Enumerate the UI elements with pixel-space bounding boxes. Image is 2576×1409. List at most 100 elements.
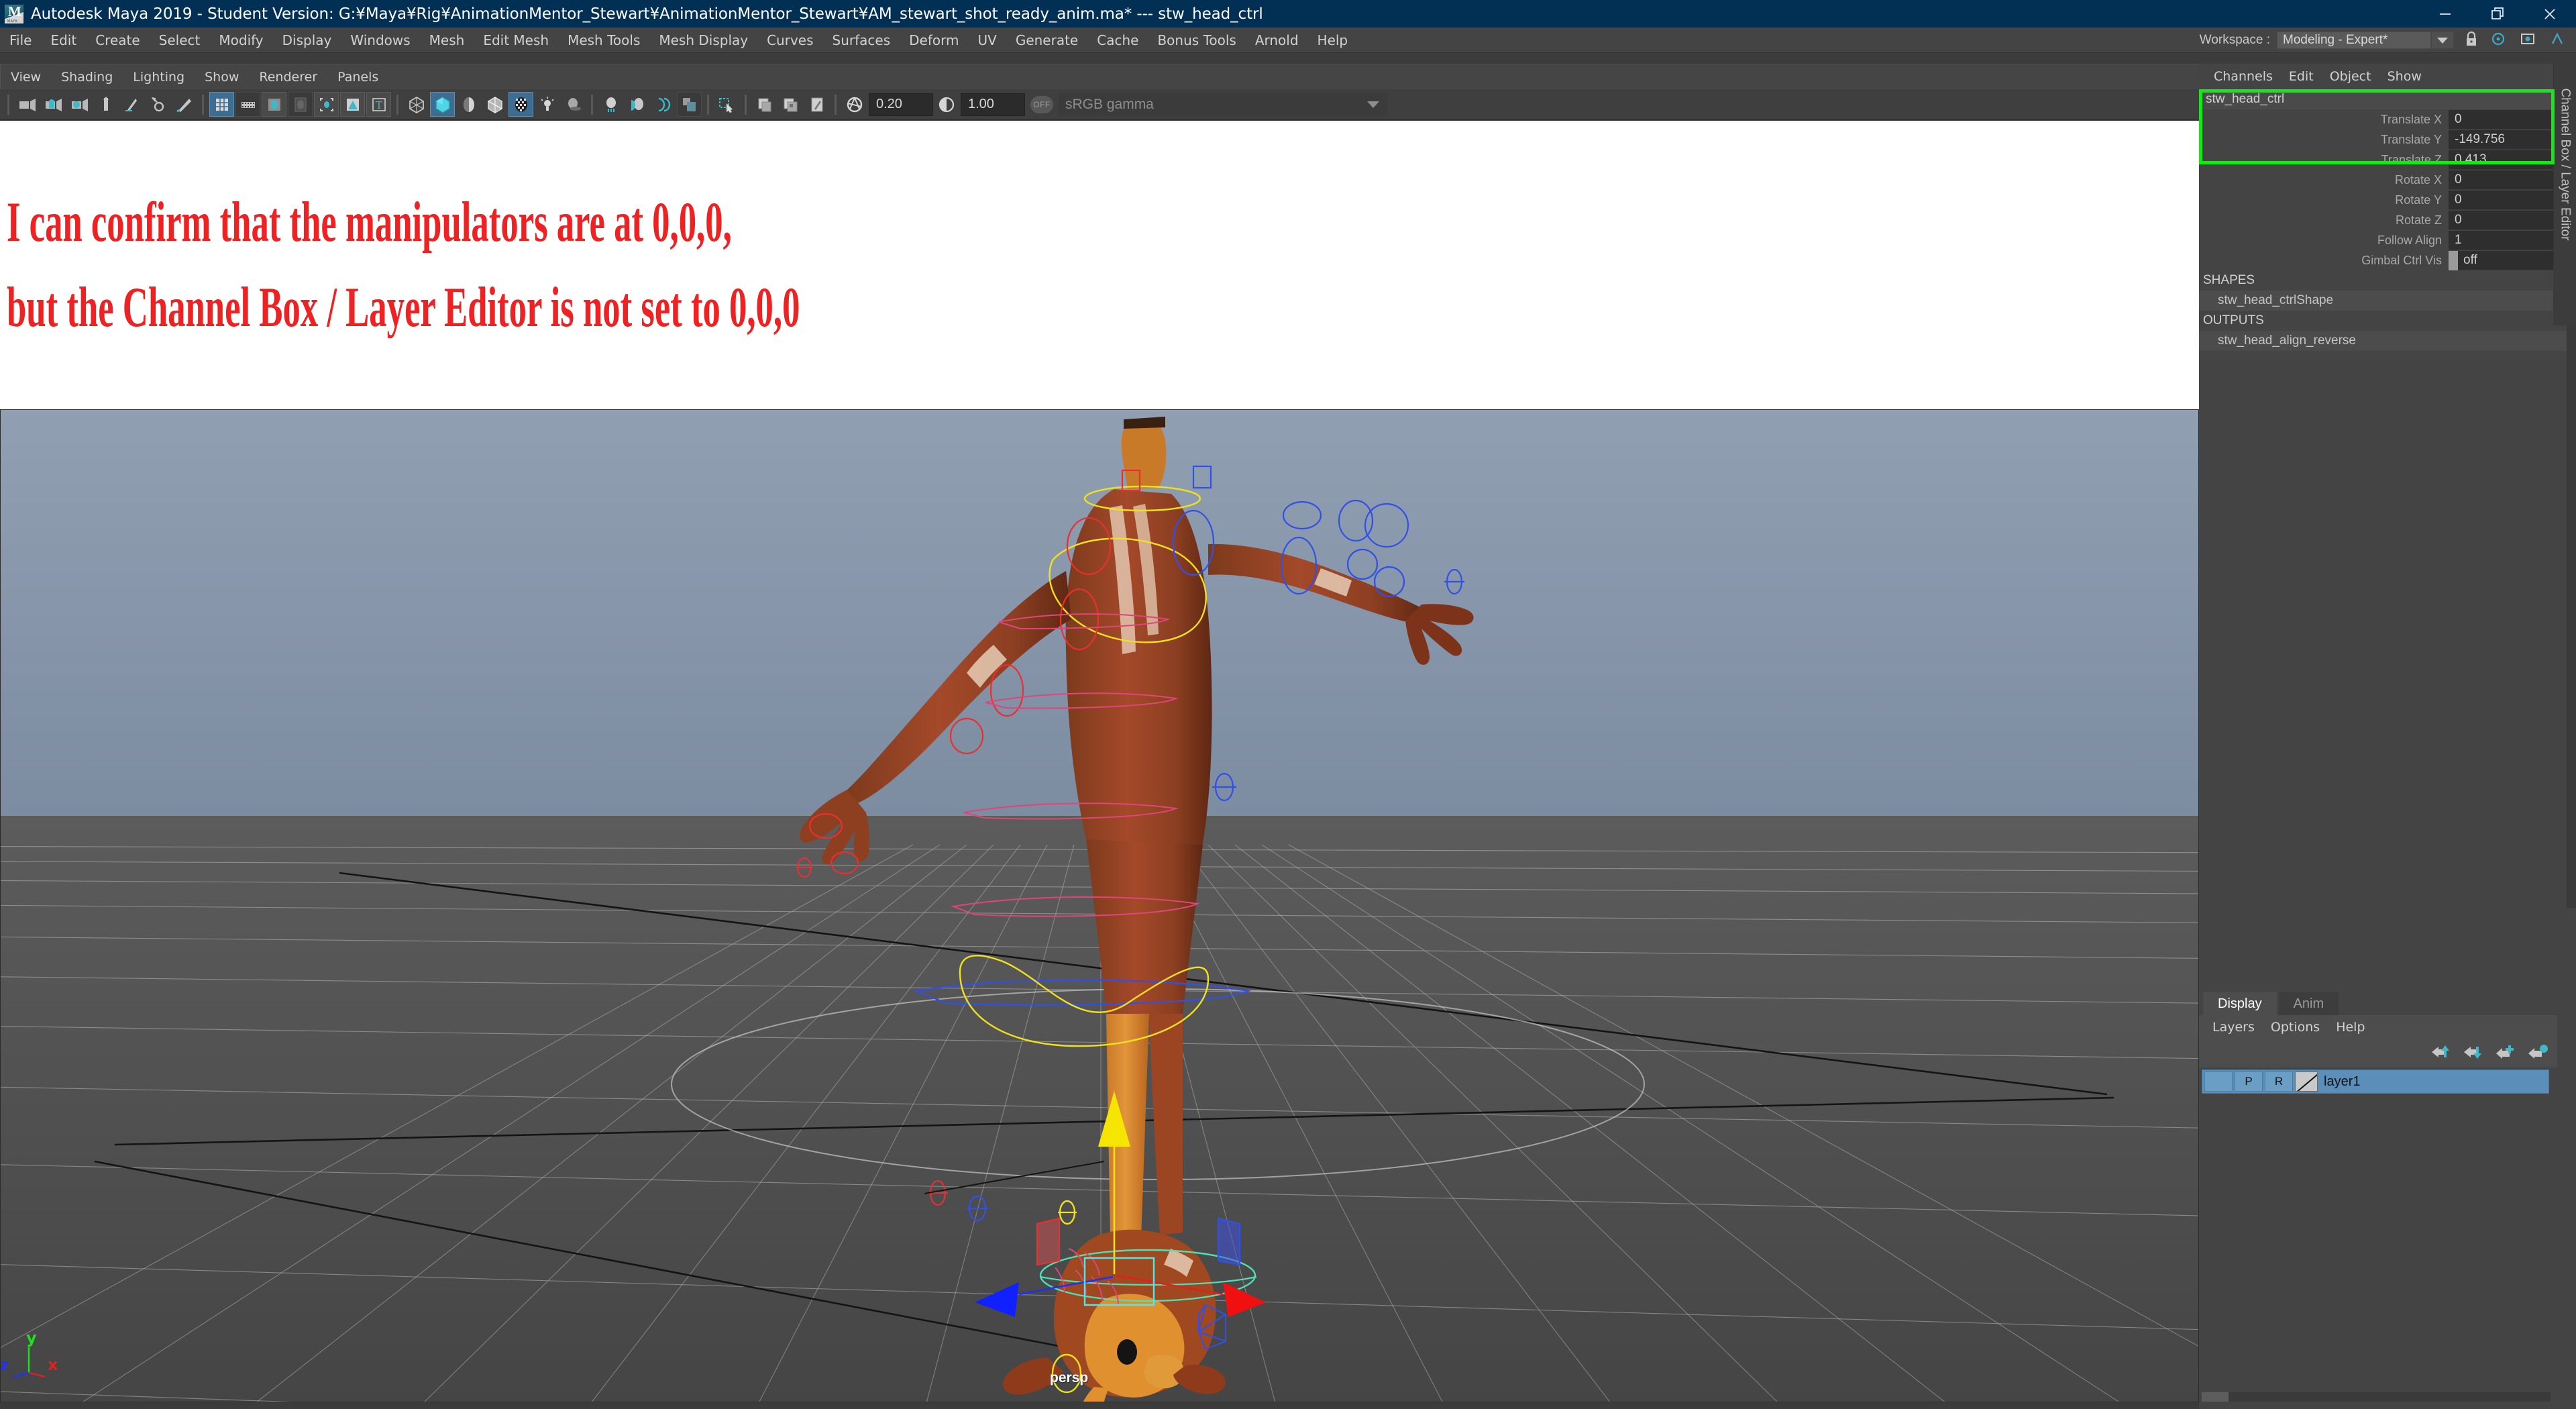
channel-row-rotate-z[interactable]: Rotate Z 0 [2199, 210, 2576, 230]
channel-row-gimbal-ctrl-vis[interactable]: Gimbal Ctrl Vis off [2199, 250, 2576, 270]
menu-edit-mesh[interactable]: Edit Mesh [474, 32, 558, 48]
menu-create[interactable]: Create [86, 32, 149, 48]
render-settings-icon[interactable] [804, 92, 829, 117]
layer-playback-toggle[interactable]: P [2235, 1072, 2263, 1092]
cb-menu-object[interactable]: Object [2322, 69, 2379, 84]
curve-snap-icon[interactable] [235, 92, 260, 117]
menu-uv[interactable]: UV [969, 32, 1006, 48]
xray-joints-icon[interactable] [625, 92, 649, 117]
cb-menu-channels[interactable]: Channels [2206, 69, 2281, 84]
layer-visibility-toggle[interactable] [2204, 1072, 2233, 1092]
menu-arnold[interactable]: Arnold [1246, 32, 1308, 48]
menu-cache[interactable]: Cache [1087, 32, 1148, 48]
channel-row-translate-y[interactable]: Translate Y -149.756 [2199, 129, 2576, 150]
panel-menu-show[interactable]: Show [195, 70, 249, 85]
rotate-tool-icon[interactable] [119, 92, 144, 117]
menu-mesh-tools[interactable]: Mesh Tools [558, 32, 649, 48]
color-space-select[interactable]: sRGB gamma [1059, 93, 1387, 116]
channel-value[interactable]: 0.413 [2449, 150, 2567, 170]
move-layer-up-icon[interactable] [2430, 1043, 2451, 1065]
color-management-toggle[interactable]: OFF [1030, 95, 1053, 113]
isolate-select-icon[interactable] [677, 92, 702, 117]
move-layer-down-icon[interactable] [2462, 1043, 2483, 1065]
gamma-icon[interactable] [934, 92, 959, 117]
xray-active-icon[interactable] [651, 92, 676, 117]
tab-display[interactable]: Display [2203, 992, 2277, 1015]
menu-help[interactable]: Help [1308, 32, 1358, 48]
point-snap-icon[interactable] [262, 92, 286, 117]
channel-row-translate-z[interactable]: Translate Z 0.413 [2199, 150, 2576, 170]
menu-surfaces[interactable]: Surfaces [823, 32, 900, 48]
menu-modify[interactable]: Modify [209, 32, 272, 48]
shape-item[interactable]: stw_head_ctrlShape [2199, 291, 2567, 311]
layer-horizontal-scrollbar[interactable] [2202, 1392, 2551, 1402]
scale-tool-icon[interactable] [146, 92, 170, 117]
move-tool-icon[interactable] [93, 92, 118, 117]
panel-menu-lighting[interactable]: Lighting [123, 70, 195, 85]
output-item[interactable]: stw_head_align_reverse [2199, 331, 2567, 351]
panel-menu-panels[interactable]: Panels [327, 70, 388, 85]
channel-row-rotate-x[interactable]: Rotate X 0 [2199, 170, 2576, 190]
channel-value[interactable]: 0 [2449, 190, 2567, 210]
menu-windows[interactable]: Windows [341, 32, 419, 48]
shadow-icon[interactable] [561, 92, 586, 117]
menu-mesh-display[interactable]: Mesh Display [649, 32, 757, 48]
lock-icon[interactable] [2463, 30, 2479, 51]
channel-value[interactable]: off [2449, 250, 2567, 270]
menu-deform[interactable]: Deform [900, 32, 968, 48]
workspace-select[interactable]: Modeling - Expert* [2277, 32, 2431, 49]
menu-file[interactable]: File [0, 32, 41, 48]
menu-select[interactable]: Select [150, 32, 210, 48]
wireframe-icon[interactable] [404, 92, 429, 117]
layer-menu-help[interactable]: Help [2328, 1020, 2373, 1035]
channel-row-rotate-y[interactable]: Rotate Y 0 [2199, 190, 2576, 210]
channel-value[interactable]: 0 [2449, 109, 2567, 129]
texture-icon[interactable] [508, 92, 533, 117]
panel-menu-view[interactable]: View [1, 70, 51, 85]
restore-button[interactable] [2471, 0, 2524, 28]
gamma-value[interactable]: 1.00 [961, 93, 1025, 116]
script-editor-icon[interactable] [2548, 30, 2566, 51]
layer-menu-options[interactable]: Options [2263, 1020, 2328, 1035]
new-layer-from-selected-icon[interactable] [2526, 1043, 2548, 1065]
cb-menu-show[interactable]: Show [2379, 69, 2430, 84]
layer-row[interactable]: P R layer1 [2202, 1069, 2549, 1094]
menu-bonus-tools[interactable]: Bonus Tools [1148, 32, 1245, 48]
lasso-select-icon[interactable] [41, 92, 66, 117]
marquee-select-icon[interactable] [714, 92, 739, 117]
view-plane-icon[interactable] [314, 92, 339, 117]
minimize-button[interactable] [2419, 0, 2471, 28]
ipr-render-icon[interactable] [778, 92, 803, 117]
viewport-3d[interactable]: y x z [0, 409, 2199, 1402]
channel-value[interactable]: 0 [2449, 210, 2567, 230]
xray-icon[interactable] [598, 92, 623, 117]
exposure-icon[interactable] [842, 92, 867, 117]
menu-generate[interactable]: Generate [1006, 32, 1087, 48]
layer-reference-toggle[interactable]: R [2265, 1072, 2293, 1092]
attribute-editor-tab[interactable] [2553, 265, 2576, 325]
menu-display[interactable]: Display [273, 32, 341, 48]
channel-row-translate-x[interactable]: Translate X 0 [2199, 109, 2576, 129]
close-button[interactable] [2524, 0, 2576, 28]
shaded-wireframe-icon[interactable] [482, 92, 507, 117]
chevron-down-icon[interactable] [1367, 101, 1379, 108]
menu-mesh[interactable]: Mesh [420, 32, 474, 48]
grid-snap-icon[interactable] [209, 92, 234, 117]
playback-settings-icon[interactable] [2489, 30, 2507, 51]
exposure-value[interactable]: 0.20 [869, 93, 933, 116]
paint-select-icon[interactable] [67, 92, 92, 117]
channel-value[interactable]: -149.756 [2449, 129, 2567, 150]
chevron-down-icon[interactable] [2431, 32, 2454, 49]
layer-color-swatch[interactable] [2295, 1072, 2318, 1092]
menu-curves[interactable]: Curves [757, 32, 822, 48]
tab-anim[interactable]: Anim [2278, 992, 2339, 1015]
channel-value[interactable]: 1 [2449, 230, 2567, 250]
layer-name[interactable]: layer1 [2324, 1074, 2360, 1090]
render-view-icon[interactable] [2519, 30, 2536, 51]
menu-edit[interactable]: Edit [41, 32, 86, 48]
select-tool-icon[interactable] [15, 92, 40, 117]
channel-value[interactable]: 0 [2449, 170, 2567, 190]
channel-row-follow-align[interactable]: Follow Align 1 [2199, 230, 2576, 250]
light-icon[interactable] [535, 92, 559, 117]
cb-menu-edit[interactable]: Edit [2281, 69, 2322, 84]
